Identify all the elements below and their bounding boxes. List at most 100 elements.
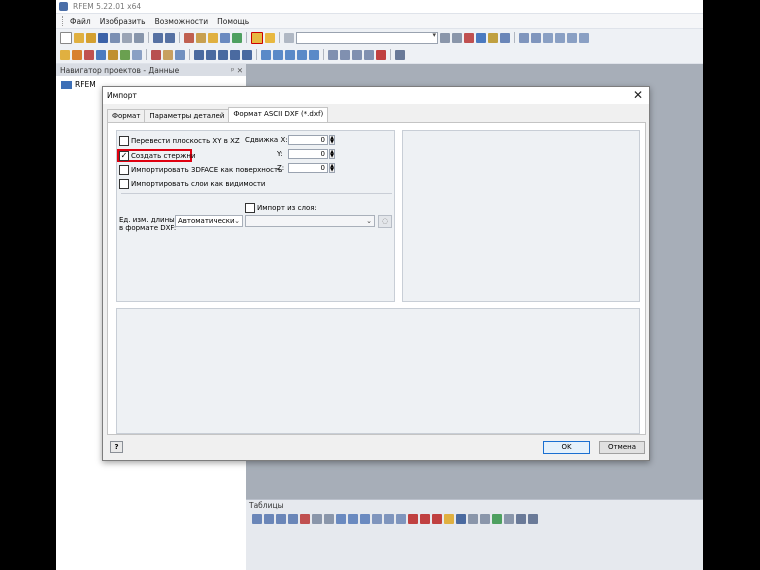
table-filter-icon[interactable] — [348, 514, 358, 524]
menu-view[interactable]: Изобразить — [100, 17, 146, 26]
comment-icon[interactable] — [340, 49, 350, 60]
move-icon[interactable] — [194, 49, 204, 60]
surface-icon[interactable] — [120, 49, 130, 60]
snap-icon[interactable] — [567, 32, 577, 43]
dimension-icon[interactable] — [328, 49, 338, 60]
table-excel-icon[interactable] — [492, 514, 502, 524]
table-export-icon[interactable] — [456, 514, 466, 524]
copy-icon[interactable] — [242, 49, 252, 60]
table-delete-icon[interactable] — [300, 514, 310, 524]
values-icon[interactable] — [488, 32, 498, 43]
support-icon[interactable] — [151, 49, 161, 60]
import-layers-option[interactable]: Импортировать слои как видимости — [119, 179, 265, 189]
table-view-icon[interactable] — [384, 514, 394, 524]
table-mark-icon[interactable] — [432, 514, 442, 524]
select-icon[interactable] — [60, 49, 70, 60]
table-nav-icon[interactable] — [288, 514, 298, 524]
pen-icon[interactable] — [72, 49, 82, 60]
layer-browse-button[interactable]: ◌ — [378, 215, 392, 228]
node-icon[interactable] — [96, 49, 106, 60]
import-3dface-checkbox[interactable] — [119, 165, 129, 175]
view-y-icon[interactable] — [273, 49, 283, 60]
table-color-icon[interactable] — [444, 514, 454, 524]
table-options-icon[interactable] — [504, 514, 514, 524]
print-icon[interactable] — [122, 32, 132, 43]
animation-icon[interactable] — [500, 32, 510, 43]
load-case-combobox[interactable] — [296, 31, 438, 44]
open-folder-icon[interactable] — [74, 32, 84, 43]
visibility-icon[interactable] — [364, 49, 374, 60]
table-view-icon[interactable] — [372, 514, 382, 524]
ortho-icon[interactable] — [579, 32, 589, 43]
offset-x-spinner[interactable]: ▲ ▼ — [329, 135, 335, 145]
scale-icon[interactable] — [230, 49, 240, 60]
new-file-icon[interactable] — [60, 31, 72, 44]
table-nav-icon[interactable] — [264, 514, 274, 524]
import-layers-checkbox[interactable] — [119, 179, 129, 189]
table-filter-icon[interactable] — [360, 514, 370, 524]
offset-z-spinner[interactable]: ▲ ▼ — [329, 163, 335, 173]
view-z-icon[interactable] — [285, 49, 295, 60]
print-preview-icon[interactable] — [134, 32, 144, 43]
create-members-checkbox[interactable]: ✓ — [119, 151, 129, 161]
next-icon[interactable] — [452, 32, 462, 43]
import-from-layer-checkbox[interactable] — [245, 203, 255, 213]
render-icon[interactable] — [196, 32, 206, 43]
layer-select[interactable]: ⌄ — [245, 215, 375, 227]
offset-y-spinner[interactable]: ▲ ▼ — [329, 149, 335, 159]
graph-icon[interactable] — [531, 32, 541, 43]
edit-icon[interactable] — [184, 32, 194, 43]
menu-file[interactable]: Файл — [70, 17, 91, 26]
tile-icon[interactable] — [265, 32, 275, 43]
guideline-icon[interactable] — [352, 49, 362, 60]
menu-tools[interactable]: Возможности — [155, 17, 209, 26]
navigator-pin-close-icon[interactable]: ᵖ ✕ — [231, 66, 243, 75]
load-icon[interactable] — [175, 49, 185, 60]
table-print-icon[interactable] — [468, 514, 478, 524]
hinge-icon[interactable] — [163, 49, 173, 60]
cancel-button[interactable]: Отмена — [599, 441, 645, 454]
grid-icon[interactable] — [555, 32, 565, 43]
save-icon[interactable] — [98, 32, 108, 43]
settings-icon[interactable] — [395, 49, 405, 60]
results-icon[interactable] — [232, 32, 242, 43]
table-mark-icon[interactable] — [408, 514, 418, 524]
open-recent-icon[interactable] — [86, 32, 96, 43]
table-nav-icon[interactable] — [252, 514, 262, 524]
previous-icon[interactable] — [440, 32, 450, 43]
table-edit-icon[interactable] — [312, 514, 322, 524]
save-all-icon[interactable] — [110, 32, 120, 43]
filter-icon[interactable] — [376, 49, 386, 60]
dialog-close-icon[interactable]: ✕ — [633, 88, 643, 102]
calculate-icon[interactable] — [464, 32, 474, 43]
table-filter-icon[interactable] — [336, 514, 346, 524]
loadcase-icon[interactable] — [284, 32, 294, 43]
line-icon[interactable] — [108, 49, 118, 60]
offset-x-input[interactable]: 0 — [288, 135, 328, 145]
help-button[interactable]: ? — [110, 441, 123, 453]
xy-to-xz-option[interactable]: Перевести плоскость XY в XZ — [119, 136, 240, 146]
view-icon[interactable] — [220, 32, 230, 43]
rotate-icon[interactable] — [206, 49, 216, 60]
view-iso-icon[interactable] — [297, 49, 307, 60]
table-formula-icon[interactable] — [516, 514, 526, 524]
create-members-option[interactable]: ✓ Создать стержни — [119, 151, 196, 161]
display-icon[interactable] — [208, 32, 218, 43]
menu-help[interactable]: Помощь — [217, 17, 249, 26]
table-view-icon[interactable] — [396, 514, 406, 524]
table-edit-icon[interactable] — [324, 514, 334, 524]
member-icon[interactable] — [84, 49, 94, 60]
window-icon[interactable] — [251, 31, 263, 44]
ok-button[interactable]: OK — [543, 441, 590, 454]
offset-y-input[interactable]: 0 — [288, 149, 328, 159]
mirror-icon[interactable] — [218, 49, 228, 60]
results-display-icon[interactable] — [476, 32, 486, 43]
undo-icon[interactable] — [153, 32, 163, 43]
table-mark-icon[interactable] — [420, 514, 430, 524]
view-x-icon[interactable] — [261, 49, 271, 60]
import-3dface-option[interactable]: Импортировать 3DFACE как поверхность — [119, 165, 282, 175]
dxf-units-select[interactable]: Автоматически ⌄ — [175, 215, 243, 227]
redo-icon[interactable] — [165, 32, 175, 43]
import-from-layer-option[interactable]: Импорт из слоя: — [245, 203, 317, 213]
table-tools-icon[interactable] — [528, 514, 538, 524]
